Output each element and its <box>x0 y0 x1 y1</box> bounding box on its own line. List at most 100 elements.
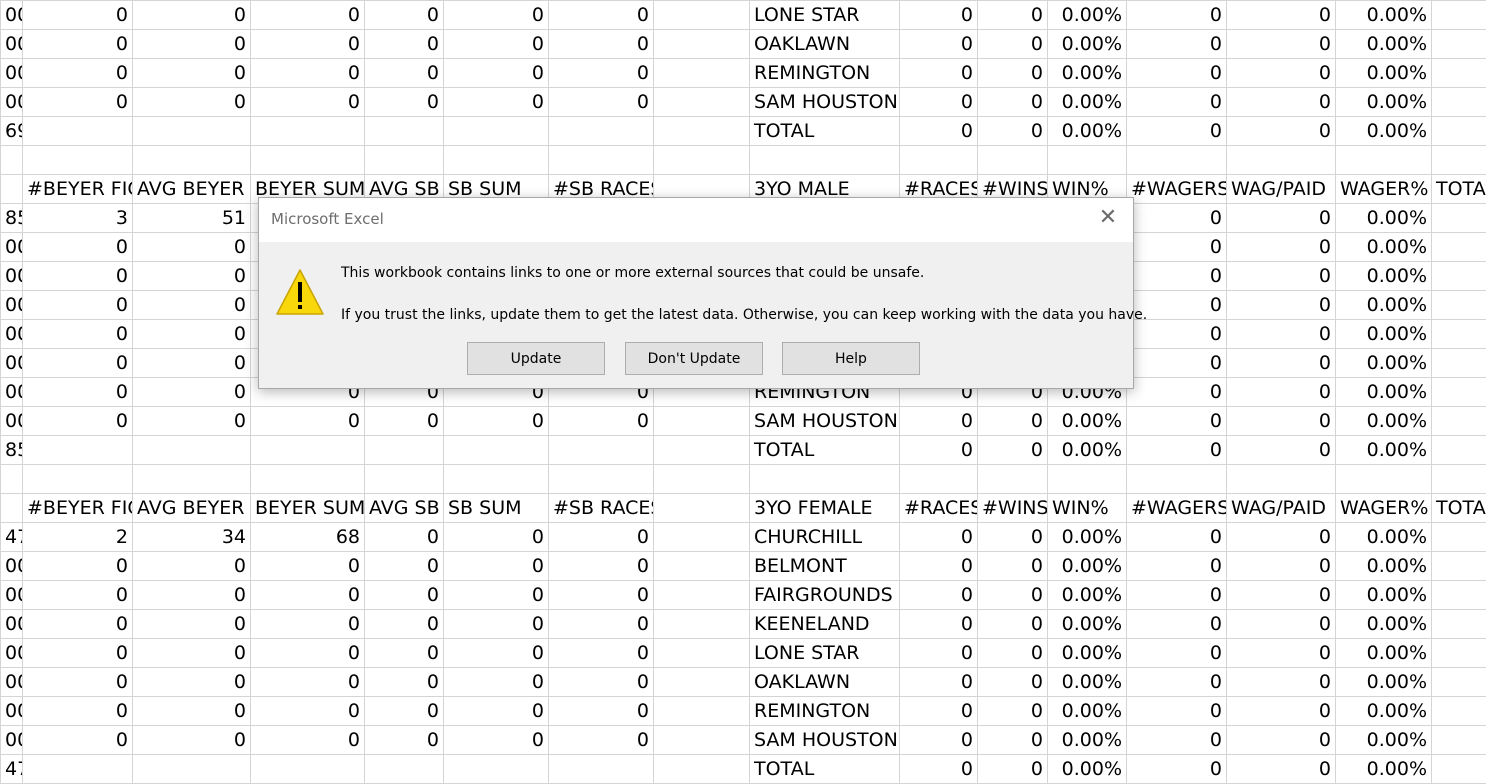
cell[interactable] <box>1047 464 1127 494</box>
cell[interactable]: 0 <box>1226 522 1336 552</box>
cell[interactable]: SAM HOUSTON <box>749 87 900 117</box>
cell[interactable]: 0.00% <box>1335 580 1432 610</box>
cell[interactable]: 0 <box>132 348 251 378</box>
cell[interactable]: 0.00% <box>1335 290 1432 320</box>
cell[interactable]: 0 <box>132 377 251 407</box>
cell[interactable] <box>653 29 750 59</box>
header-cell[interactable]: WAG/PAID <box>1226 493 1336 523</box>
cell[interactable]: 0 <box>1126 116 1227 146</box>
cell[interactable] <box>653 667 750 697</box>
cell[interactable]: 0 <box>1226 435 1336 465</box>
cell[interactable]: 0 <box>443 667 549 697</box>
cell[interactable]: 34 <box>132 522 251 552</box>
cell[interactable] <box>653 435 750 465</box>
cell[interactable]: 0 <box>1126 435 1227 465</box>
cell[interactable]: 00 <box>0 0 23 30</box>
cell[interactable]: 0 <box>443 725 549 755</box>
cell[interactable]: 0 <box>22 319 133 349</box>
cell[interactable]: 0 <box>899 406 978 436</box>
cell[interactable]: 0 <box>22 696 133 726</box>
cell[interactable] <box>364 116 444 146</box>
cell[interactable]: 0 <box>1226 290 1336 320</box>
cell[interactable] <box>653 145 750 175</box>
cell[interactable]: 0 <box>443 87 549 117</box>
cell[interactable]: 0 <box>899 696 978 726</box>
cell[interactable]: 00 <box>0 29 23 59</box>
cell[interactable]: 0 <box>1126 725 1227 755</box>
cell[interactable]: 0 <box>1226 116 1336 146</box>
cell[interactable]: 0 <box>977 29 1048 59</box>
cell[interactable]: 0 <box>1126 0 1227 30</box>
cell[interactable] <box>22 464 133 494</box>
cell[interactable]: 0 <box>899 29 978 59</box>
cell[interactable]: 0.00% <box>1047 435 1127 465</box>
cell[interactable] <box>1431 464 1486 494</box>
cell[interactable] <box>0 464 23 494</box>
cell[interactable] <box>1431 580 1486 610</box>
header-cell[interactable]: #BEYER FIG <box>22 493 133 523</box>
cell[interactable] <box>1431 667 1486 697</box>
cell[interactable]: 00 <box>0 609 23 639</box>
cell[interactable]: 0 <box>132 638 251 668</box>
cell[interactable]: 0 <box>132 232 251 262</box>
cell[interactable]: 0 <box>364 29 444 59</box>
cell[interactable]: 0 <box>132 667 251 697</box>
cell[interactable]: 0 <box>132 290 251 320</box>
cell[interactable] <box>22 145 133 175</box>
cell[interactable]: 0 <box>1226 609 1336 639</box>
cell[interactable] <box>22 116 133 146</box>
header-cell[interactable]: WAGER% <box>1335 174 1432 204</box>
cell[interactable]: 0 <box>250 638 365 668</box>
cell[interactable] <box>1126 464 1227 494</box>
cell[interactable]: 0 <box>1226 87 1336 117</box>
cell[interactable]: 0 <box>22 261 133 291</box>
header-cell[interactable]: #RACES <box>899 493 978 523</box>
cell[interactable]: 0 <box>1226 406 1336 436</box>
cell[interactable] <box>132 435 251 465</box>
cell[interactable]: 0 <box>364 609 444 639</box>
cell[interactable] <box>977 464 1048 494</box>
cell[interactable]: 0 <box>364 638 444 668</box>
cell[interactable]: 0 <box>364 58 444 88</box>
close-icon[interactable]: ✕ <box>1095 205 1121 231</box>
cell[interactable] <box>443 435 549 465</box>
cell[interactable]: OAKLAWN <box>749 29 900 59</box>
cell[interactable]: 0 <box>250 696 365 726</box>
cell[interactable] <box>0 145 23 175</box>
cell[interactable] <box>548 116 654 146</box>
cell[interactable]: 0 <box>443 580 549 610</box>
cell[interactable]: 0 <box>132 551 251 581</box>
cell[interactable]: 0.00% <box>1047 638 1127 668</box>
cell[interactable]: 0 <box>443 0 549 30</box>
cell[interactable]: 68 <box>250 522 365 552</box>
cell[interactable]: 0 <box>443 58 549 88</box>
cell[interactable]: 0 <box>1126 551 1227 581</box>
cell[interactable] <box>1431 406 1486 436</box>
cell[interactable] <box>653 87 750 117</box>
cell[interactable]: 85 <box>0 203 23 233</box>
cell[interactable] <box>250 435 365 465</box>
cell[interactable]: 0.00% <box>1047 29 1127 59</box>
cell[interactable]: 47 <box>0 522 23 552</box>
header-cell[interactable]: AVG SB <box>364 493 444 523</box>
cell[interactable] <box>132 116 251 146</box>
cell[interactable]: 0 <box>132 0 251 30</box>
cell[interactable]: 0.00% <box>1335 754 1432 784</box>
cell[interactable] <box>0 493 23 523</box>
cell[interactable]: 0 <box>250 0 365 30</box>
cell[interactable]: 0 <box>1126 406 1227 436</box>
cell[interactable]: 0 <box>1126 58 1227 88</box>
dont-update-button[interactable]: Don't Update <box>625 342 763 375</box>
cell[interactable]: 0 <box>1126 609 1227 639</box>
cell[interactable]: 51 <box>132 203 251 233</box>
cell[interactable]: 0 <box>1226 261 1336 291</box>
cell[interactable]: 0 <box>548 667 654 697</box>
cell[interactable] <box>1126 145 1227 175</box>
header-cell[interactable]: BEYER SUM <box>250 493 365 523</box>
cell[interactable]: 0.00% <box>1047 58 1127 88</box>
cell[interactable]: 0 <box>1226 551 1336 581</box>
cell[interactable]: 0.00% <box>1335 58 1432 88</box>
cell[interactable]: 0.00% <box>1335 0 1432 30</box>
cell[interactable] <box>1431 203 1486 233</box>
cell[interactable]: 0 <box>22 87 133 117</box>
